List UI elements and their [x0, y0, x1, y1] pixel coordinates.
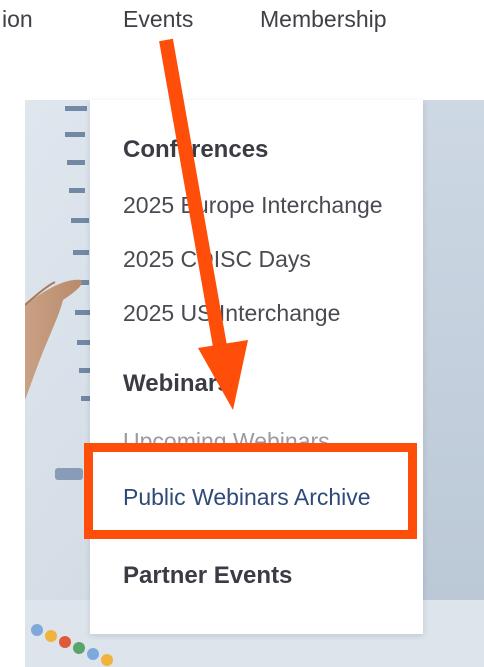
top-navigation: ion Events Membership	[0, 0, 484, 100]
nav-item-partial[interactable]: ion	[2, 6, 33, 33]
conferences-heading[interactable]: Conferences	[123, 136, 268, 164]
menu-item-cdisc-days[interactable]: 2025 CDISC Days	[123, 246, 311, 273]
webinars-heading[interactable]: Webinars	[123, 370, 231, 398]
partner-events-heading[interactable]: Partner Events	[123, 562, 292, 590]
menu-item-us-interchange[interactable]: 2025 US Interchange	[123, 300, 340, 327]
nav-item-events[interactable]: Events	[123, 6, 193, 33]
menu-item-europe-interchange[interactable]: 2025 Europe Interchange	[123, 192, 383, 219]
annotation-highlight-box	[84, 443, 417, 539]
nav-item-membership[interactable]: Membership	[260, 6, 387, 33]
events-dropdown-menu: Conferences 2025 Europe Interchange 2025…	[90, 100, 423, 634]
